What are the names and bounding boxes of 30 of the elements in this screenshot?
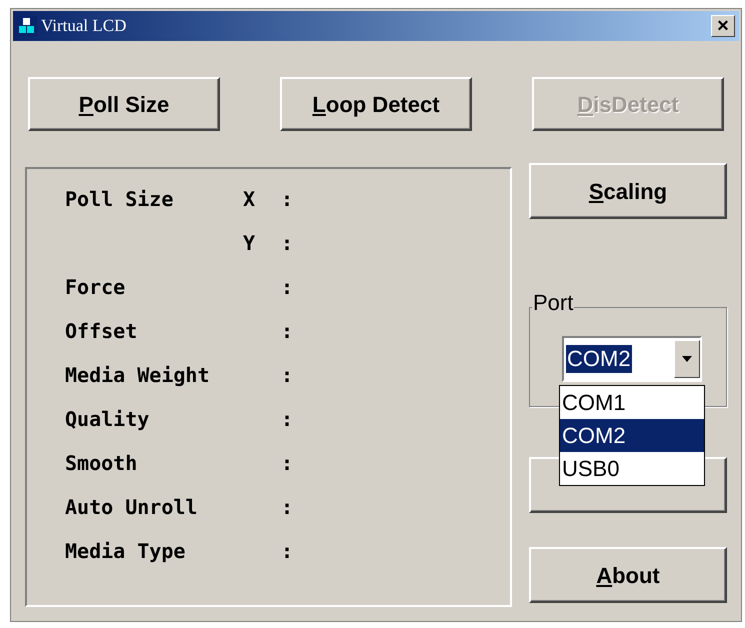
field-label: Media Weight <box>65 363 210 387</box>
field-label: Smooth <box>65 451 138 475</box>
field-label: Quality <box>65 407 150 431</box>
colon-separator: : <box>281 186 294 213</box>
scaling-button[interactable]: Scaling <box>529 163 727 219</box>
toolbar-button[interactable]: Poll Size <box>28 77 220 131</box>
field-label: Offset <box>65 319 138 343</box>
field-label: Poll Size <box>65 187 174 211</box>
colon-separator: : <box>281 406 294 433</box>
field-label: Media Type <box>65 539 186 563</box>
app-icon <box>17 16 37 36</box>
dropdown-option[interactable]: COM2 <box>560 419 704 452</box>
colon-separator: : <box>281 494 294 521</box>
toolbar-button[interactable]: Loop Detect <box>280 77 472 131</box>
colon-separator: : <box>281 318 294 345</box>
axis-label: X <box>242 187 255 211</box>
about-button[interactable]: About <box>529 547 727 603</box>
close-button[interactable]: × <box>711 15 735 37</box>
port-combo-box[interactable]: COM2 <box>562 336 702 382</box>
axis-label: Y <box>242 231 255 255</box>
window-title: Virtual LCD <box>41 15 128 38</box>
colon-separator: : <box>281 362 294 389</box>
field-label: Auto Unroll <box>65 495 198 519</box>
colon-separator: : <box>281 230 294 257</box>
dropdown-option[interactable]: USB0 <box>560 452 704 485</box>
field-label: Force <box>65 275 126 299</box>
dropdown-option[interactable]: COM1 <box>560 386 704 419</box>
colon-separator: : <box>281 538 294 565</box>
colon-separator: : <box>281 274 294 301</box>
colon-separator: : <box>281 450 294 477</box>
